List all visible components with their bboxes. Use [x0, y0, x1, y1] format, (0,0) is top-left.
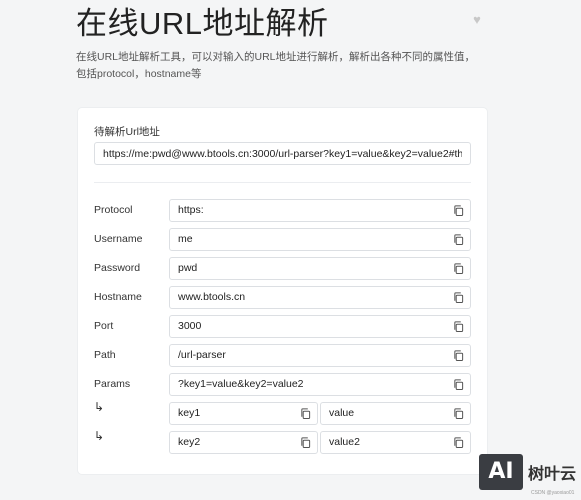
path-field[interactable]: /url-parser: [169, 344, 471, 367]
url-input[interactable]: [94, 142, 471, 165]
copy-icon[interactable]: [453, 292, 464, 303]
hostname-value: www.btools.cn: [178, 291, 246, 303]
copy-icon[interactable]: [453, 263, 464, 274]
page-title: 在线URL地址解析: [76, 6, 329, 41]
username-field[interactable]: me: [169, 228, 471, 251]
path-value: /url-parser: [178, 349, 226, 361]
protocol-value: https:: [178, 204, 204, 216]
param-key-field[interactable]: key1: [169, 402, 318, 425]
sub-arrow-icon: ↳: [94, 429, 105, 443]
port-value: 3000: [178, 320, 202, 332]
params-field[interactable]: ?key1=value&key2=value2: [169, 373, 471, 396]
sub-arrow-icon: ↳: [94, 400, 105, 414]
port-field[interactable]: 3000: [169, 315, 471, 338]
copy-icon[interactable]: [300, 408, 311, 419]
password-value: pwd: [178, 262, 198, 274]
parser-card: 待解析Url地址 Protocol https: Username me Pas…: [78, 108, 487, 474]
protocol-field[interactable]: https:: [169, 199, 471, 222]
copy-icon[interactable]: [453, 437, 464, 448]
param-key-field[interactable]: key2: [169, 431, 318, 454]
copy-icon[interactable]: [453, 205, 464, 216]
divider: [94, 182, 471, 183]
param-value: value: [329, 407, 355, 419]
watermark-credit: CSDN @yaoxiao01: [531, 490, 575, 496]
watermark: AI 树叶云 CSDN @yaoxiao01: [479, 454, 579, 496]
copy-icon[interactable]: [453, 379, 464, 390]
copy-icon[interactable]: [453, 350, 464, 361]
url-input-label: 待解析Url地址: [94, 126, 160, 138]
hostname-field[interactable]: www.btools.cn: [169, 286, 471, 309]
protocol-label: Protocol: [94, 204, 133, 216]
params-label: Params: [94, 378, 131, 390]
param-key: key1: [178, 407, 201, 419]
password-label: Password: [94, 262, 141, 274]
username-value: me: [178, 233, 193, 245]
watermark-logo: AI: [479, 454, 523, 490]
param-key: key2: [178, 436, 201, 448]
hostname-label: Hostname: [94, 291, 142, 303]
watermark-brand: 树叶云: [528, 466, 577, 483]
param-value: value2: [329, 436, 360, 448]
copy-icon[interactable]: [300, 437, 311, 448]
params-value: ?key1=value&key2=value2: [178, 378, 304, 390]
path-label: Path: [94, 349, 116, 361]
port-label: Port: [94, 320, 114, 332]
copy-icon[interactable]: [453, 321, 464, 332]
copy-icon[interactable]: [453, 408, 464, 419]
param-value-field[interactable]: value: [320, 402, 471, 425]
username-label: Username: [94, 233, 143, 245]
page-description: 在线URL地址解析工具，可以对输入的URL地址进行解析，解析出各种不同的属性值，…: [76, 51, 476, 80]
copy-icon[interactable]: [453, 234, 464, 245]
heart-icon[interactable]: ♥: [471, 13, 483, 26]
param-value-field[interactable]: value2: [320, 431, 471, 454]
password-field[interactable]: pwd: [169, 257, 471, 280]
